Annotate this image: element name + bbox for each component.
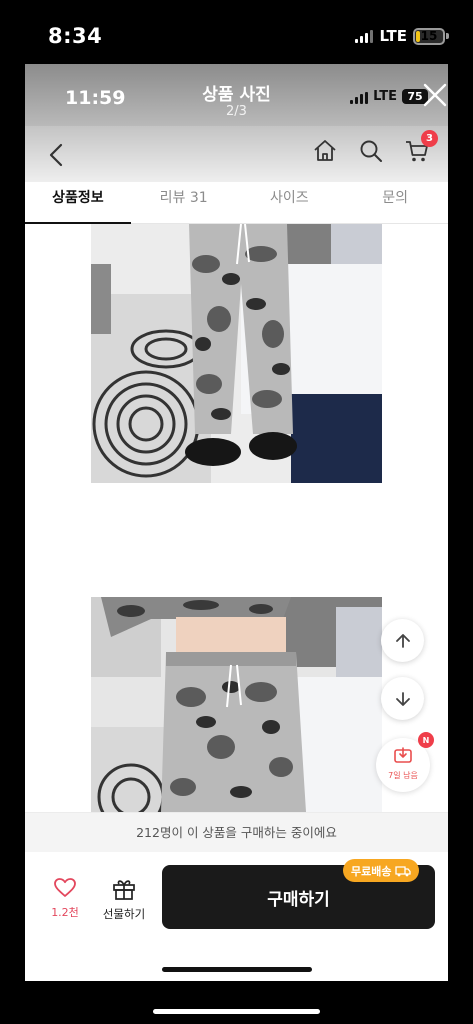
- like-button[interactable]: 1.2천: [45, 878, 85, 920]
- inner-network-label: LTE: [373, 89, 397, 104]
- inner-status-icons: LTE 75: [350, 89, 428, 104]
- scroll-up-button[interactable]: [381, 619, 424, 662]
- coupon-button[interactable]: 7일 남음 N: [376, 732, 434, 792]
- free-shipping-label: 무료배송: [351, 864, 392, 878]
- coupon-label: 7일 남음: [388, 771, 418, 780]
- photo-viewer-header: 11:59 상품 사진 2/3 LTE 75: [25, 64, 448, 126]
- battery-level: 15: [420, 29, 438, 43]
- tab-inquiry[interactable]: 문의: [342, 182, 448, 223]
- product-navbar: 3: [25, 126, 448, 182]
- device-status-bar: 8:34 LTE 15: [0, 0, 473, 64]
- home-icon[interactable]: [312, 138, 338, 164]
- like-count: 1.2천: [51, 906, 79, 919]
- cart-count-badge: 3: [421, 130, 438, 147]
- gift-icon: [113, 880, 135, 900]
- signal-icon: [355, 29, 374, 43]
- purchasing-notice: 212명이 이 상품을 구매하는 중이에요: [25, 812, 448, 852]
- search-icon[interactable]: [358, 138, 384, 164]
- navbar-actions: 3: [312, 130, 438, 164]
- arrow-down-icon: [395, 691, 410, 706]
- close-icon[interactable]: [422, 82, 448, 108]
- tab-size[interactable]: 사이즈: [237, 182, 343, 223]
- product-photo[interactable]: [91, 597, 382, 812]
- product-tabs: 상품정보 리뷰 31 사이즈 문의: [25, 182, 448, 224]
- gift-label: 선물하기: [102, 907, 146, 921]
- device-clock: 8:34: [48, 24, 103, 48]
- scroll-down-button[interactable]: [381, 677, 424, 720]
- chevron-left-icon[interactable]: [45, 142, 69, 168]
- bottom-action-bar: 1.2천 선물하기 구매하기 무료배송: [25, 852, 448, 981]
- tab-product-info[interactable]: 상품정보: [25, 182, 131, 224]
- arrow-up-icon: [395, 633, 410, 648]
- coupon-new-badge: N: [418, 732, 434, 748]
- inner-signal-icon: [350, 90, 369, 104]
- truck-icon: [395, 865, 412, 876]
- inner-home-indicator: [162, 967, 312, 972]
- photo-counter: 2/3: [226, 104, 247, 119]
- cart-icon[interactable]: 3: [404, 130, 438, 164]
- screenshot-card: 11:59 상품 사진 2/3 LTE 75 3 상품정보 리뷰 31 사이즈 …: [25, 64, 448, 981]
- tab-reviews[interactable]: 리뷰 31: [131, 182, 237, 223]
- product-photo[interactable]: [91, 224, 382, 483]
- battery-icon: 15: [413, 27, 449, 45]
- device-status-icons: LTE 15: [355, 27, 449, 45]
- free-shipping-badge: 무료배송: [343, 859, 420, 882]
- network-label: LTE: [379, 27, 407, 45]
- heart-icon: [54, 878, 76, 897]
- gift-button[interactable]: 선물하기: [98, 878, 150, 922]
- device-home-indicator: [153, 1009, 320, 1014]
